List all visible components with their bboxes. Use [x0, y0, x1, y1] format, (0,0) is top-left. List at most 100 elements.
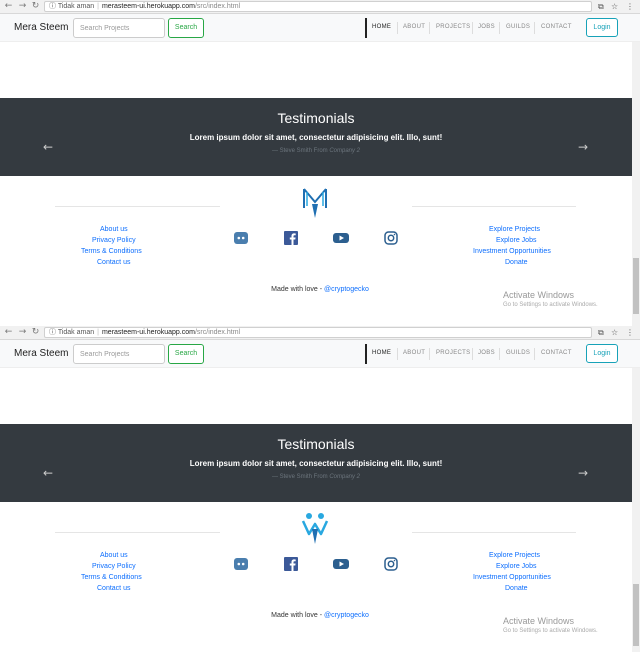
mera-steem-logo-icon — [301, 513, 329, 544]
site-navbar: Mera Steem Search HOME ABOUT PROJECTS JO… — [0, 14, 640, 42]
footer-link-privacy-policy[interactable]: Privacy Policy — [92, 563, 136, 570]
browser-screenshot-1: ← → ↻ ⓘ Tidak aman | merasteem-ui.herokuap… — [0, 0, 640, 326]
nav-link-projects[interactable]: PROJECTS — [436, 350, 470, 356]
footer-link-about-us[interactable]: About us — [100, 552, 128, 559]
testimonial-author: — Steve Smith From Company 2 — [271, 474, 361, 480]
translate-icon[interactable]: ⧉ — [598, 1, 604, 12]
mera-steem-logo-icon — [303, 188, 327, 218]
footer-link-explore-projects[interactable]: Explore Projects — [489, 552, 540, 559]
youtube-icon[interactable] — [333, 231, 349, 245]
url-host: merasteem-ui.herokuapp.com — [101, 3, 195, 10]
back-icon[interactable]: ← — [3, 1, 14, 12]
bookmark-star-icon[interactable]: ☆ — [611, 1, 618, 12]
reload-icon[interactable]: ↻ — [30, 327, 41, 338]
author-handle-link[interactable]: @cryptogecko — [324, 612, 369, 619]
nav-link-jobs[interactable]: JOBS — [478, 24, 495, 30]
nav-link-home[interactable]: HOME — [372, 350, 391, 356]
carousel-prev-icon[interactable]: ← — [43, 466, 53, 480]
scrollbar-thumb[interactable] — [633, 584, 639, 646]
login-button[interactable]: Login — [586, 18, 618, 37]
nav-link-home[interactable]: HOME — [372, 24, 391, 30]
activate-windows-subtitle: Go to Settings to activate Windows. — [503, 628, 598, 634]
footer-link-contact-us[interactable]: Contact us — [97, 259, 130, 266]
url-path: /src/index.html — [194, 3, 241, 10]
footer-link-explore-jobs[interactable]: Explore Jobs — [496, 237, 536, 244]
nav-link-guilds[interactable]: GUILDS — [506, 24, 530, 30]
search-input[interactable] — [73, 344, 165, 364]
carousel-next-icon[interactable]: → — [578, 140, 588, 154]
search-button[interactable]: Search — [168, 344, 204, 364]
footer-link-privacy-policy[interactable]: Privacy Policy — [92, 237, 136, 244]
activate-windows-title: Activate Windows — [503, 616, 575, 626]
nav-divider — [365, 18, 367, 38]
brand-logo-text[interactable]: Mera Steem — [14, 22, 68, 33]
footer-divider-left — [55, 206, 220, 207]
discord-icon[interactable] — [234, 231, 248, 245]
facebook-icon[interactable] — [284, 557, 298, 571]
testimonials-section: Testimonials Lorem ipsum dolor sit amet,… — [0, 98, 632, 176]
security-label: Tidak aman — [57, 3, 95, 10]
nav-link-contact[interactable]: CONTACT — [541, 350, 572, 356]
forward-icon[interactable]: → — [17, 1, 28, 12]
back-icon[interactable]: ← — [3, 327, 14, 338]
url-field[interactable]: ⓘ Tidak aman | merasteem-ui.herokuapp.com/… — [44, 327, 592, 338]
footer-link-terms[interactable]: Terms & Conditions — [81, 574, 142, 581]
youtube-icon[interactable] — [333, 557, 349, 571]
nav-link-jobs[interactable]: JOBS — [478, 350, 495, 356]
info-icon: ⓘ — [49, 3, 56, 10]
instagram-icon[interactable] — [384, 557, 398, 571]
footer-link-about-us[interactable]: About us — [100, 226, 128, 233]
browser-menu-icon[interactable]: ⋮ — [626, 1, 634, 12]
testimonial-quote: Lorem ipsum dolor sit amet, consectetur … — [189, 459, 443, 468]
nav-link-contact[interactable]: CONTACT — [541, 24, 572, 30]
footer-link-donate[interactable]: Donate — [505, 259, 528, 266]
browser-screenshot-2: ← → ↻ ⓘ Tidak aman | merasteem-ui.herokuap… — [0, 326, 640, 652]
author-handle-link[interactable]: @cryptogecko — [324, 286, 369, 293]
footer-link-investment[interactable]: Investment Opportunities — [473, 574, 551, 581]
forward-icon[interactable]: → — [17, 327, 28, 338]
testimonial-author: — Steve Smith From Company 2 — [271, 148, 361, 154]
footer-link-explore-jobs[interactable]: Explore Jobs — [496, 563, 536, 570]
instagram-icon[interactable] — [384, 231, 398, 245]
brand-logo-text[interactable]: Mera Steem — [14, 348, 68, 359]
nav-link-about[interactable]: ABOUT — [403, 24, 425, 30]
reload-icon[interactable]: ↻ — [30, 1, 41, 12]
nav-link-about[interactable]: ABOUT — [403, 350, 425, 356]
nav-link-guilds[interactable]: GUILDS — [506, 350, 530, 356]
footer-divider-right — [412, 206, 576, 207]
nav-link-projects[interactable]: PROJECTS — [436, 24, 470, 30]
footer-divider-right — [412, 532, 576, 533]
testimonials-title: Testimonials — [277, 110, 355, 126]
url-path: /src/index.html — [194, 329, 241, 336]
carousel-next-icon[interactable]: → — [578, 466, 588, 480]
footer-link-terms[interactable]: Terms & Conditions — [81, 248, 142, 255]
browser-menu-icon[interactable]: ⋮ — [626, 327, 634, 338]
footer-divider-left — [55, 532, 220, 533]
footer-link-contact-us[interactable]: Contact us — [97, 585, 130, 592]
carousel-prev-icon[interactable]: ← — [43, 140, 53, 154]
security-label: Tidak aman — [57, 329, 95, 336]
info-icon: ⓘ — [49, 329, 56, 336]
site-navbar: Mera Steem Search HOME ABOUT PROJECTS JO… — [0, 340, 640, 368]
footer-link-explore-projects[interactable]: Explore Projects — [489, 226, 540, 233]
footer-link-investment[interactable]: Investment Opportunities — [473, 248, 551, 255]
login-button[interactable]: Login — [586, 344, 618, 363]
scrollbar-thumb[interactable] — [633, 258, 639, 314]
search-button[interactable]: Search — [168, 18, 204, 38]
activate-windows-title: Activate Windows — [503, 290, 575, 300]
nav-divider — [365, 344, 367, 364]
url-host: merasteem-ui.herokuapp.com — [101, 329, 195, 336]
testimonials-title: Testimonials — [277, 436, 355, 452]
bookmark-star-icon[interactable]: ☆ — [611, 327, 618, 338]
url-field[interactable]: ⓘ Tidak aman | merasteem-ui.herokuapp.com/… — [44, 1, 592, 12]
search-input[interactable] — [73, 18, 165, 38]
browser-address-bar: ← → ↻ ⓘ Tidak aman | merasteem-ui.herokuap… — [0, 0, 640, 14]
discord-icon[interactable] — [234, 557, 248, 571]
facebook-icon[interactable] — [284, 231, 298, 245]
testimonials-section: Testimonials Lorem ipsum dolor sit amet,… — [0, 424, 632, 502]
activate-windows-subtitle: Go to Settings to activate Windows. — [503, 302, 598, 308]
translate-icon[interactable]: ⧉ — [598, 327, 604, 338]
browser-address-bar: ← → ↻ ⓘ Tidak aman | merasteem-ui.herokuap… — [0, 326, 640, 340]
testimonial-quote: Lorem ipsum dolor sit amet, consectetur … — [189, 133, 443, 142]
footer-link-donate[interactable]: Donate — [505, 585, 528, 592]
